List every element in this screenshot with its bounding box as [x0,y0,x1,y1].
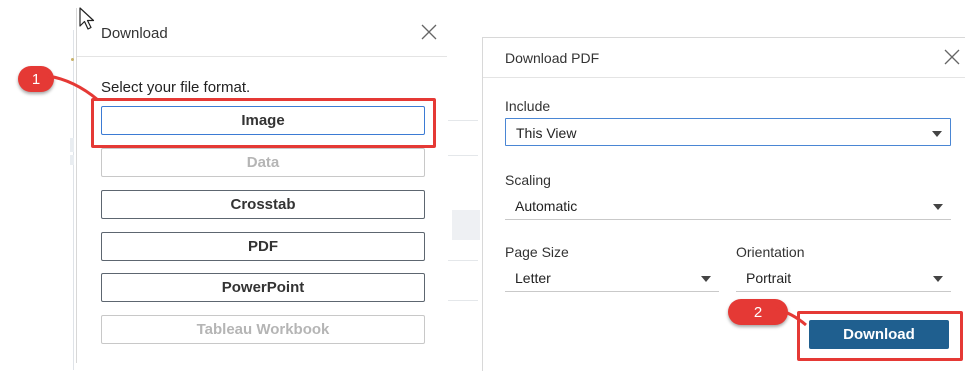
format-prompt: Select your file format. [101,79,251,96]
download-dialog: Download Select your file format. Image … [76,8,447,363]
download-dialog-title: Download [101,25,168,42]
step-2-connector [775,307,807,327]
tableau-workbook-format-button[interactable]: Tableau Workbook [101,315,425,344]
dialog-divider [77,56,447,57]
page-size-select[interactable]: Letter [505,264,719,292]
background-fragment [448,300,478,301]
step-1-connector [47,74,99,102]
background-fragment [452,210,480,240]
chevron-down-icon [933,276,943,282]
background-fragment [448,120,478,121]
crosstab-format-button[interactable]: Crosstab [101,190,425,219]
mouse-cursor-icon [79,7,95,30]
close-icon[interactable] [419,22,439,42]
orientation-select[interactable]: Portrait [736,264,951,292]
step-2-highlight [797,311,963,361]
step-1-highlight [91,98,436,148]
background-fragment [448,260,478,261]
powerpoint-format-button[interactable]: PowerPoint [101,273,425,302]
orientation-label: Orientation [736,244,805,260]
include-value: This View [516,125,577,141]
pdf-format-button[interactable]: PDF [101,232,425,261]
chevron-down-icon [933,204,943,210]
background-fragment [70,138,74,152]
background-marker [71,58,74,61]
data-format-button[interactable]: Data [101,148,425,177]
chevron-down-icon [932,131,942,137]
scaling-label: Scaling [505,172,551,188]
background-fragment [70,155,74,165]
download-pdf-dialog-title: Download PDF [505,50,600,66]
chevron-down-icon [701,276,711,282]
background-fragment [448,155,478,156]
orientation-value: Portrait [746,270,792,286]
scaling-select[interactable]: Automatic [505,192,951,220]
page-size-value: Letter [515,270,551,286]
include-label: Include [505,98,551,114]
page-size-label: Page Size [505,244,569,260]
close-icon[interactable] [942,47,962,67]
dialog-divider [483,77,965,78]
scaling-value: Automatic [515,198,578,214]
include-select[interactable]: This View [505,118,951,146]
